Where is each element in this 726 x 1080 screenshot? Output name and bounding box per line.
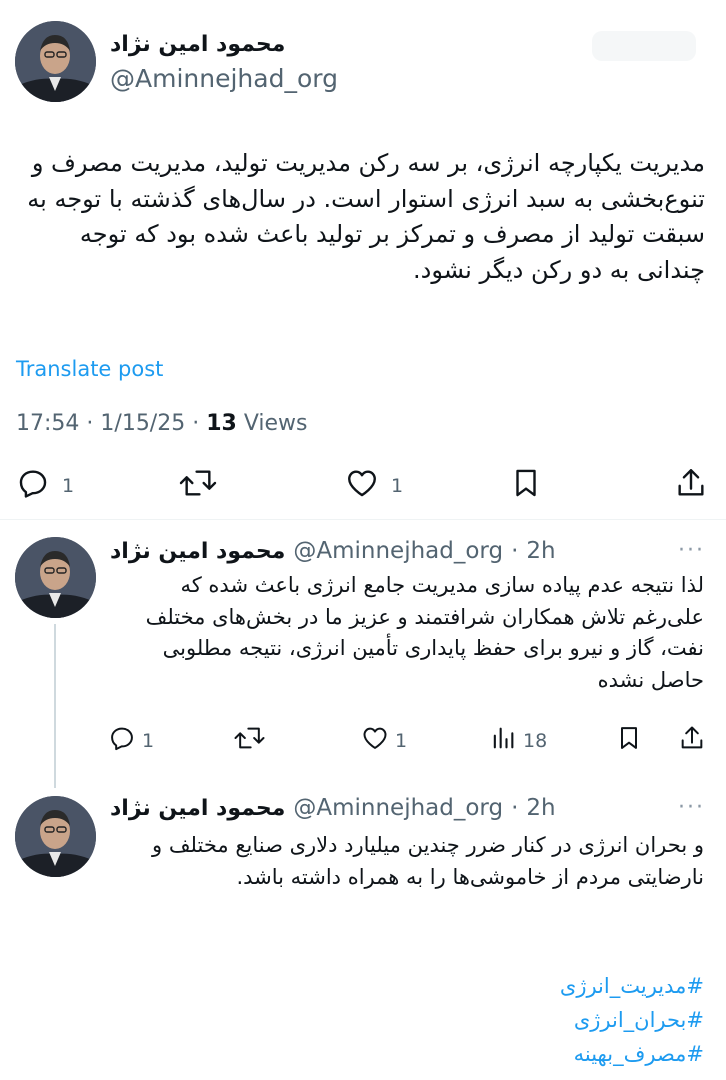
- hashtag-link[interactable]: #مدیریت_انرژی: [400, 969, 704, 1003]
- author-name[interactable]: محمود امین نژاد: [110, 32, 285, 57]
- author-handle[interactable]: @Aminnejhad_org: [110, 64, 338, 93]
- share-icon: [678, 724, 706, 757]
- views-icon: [489, 724, 517, 757]
- reply-avatar[interactable]: [15, 537, 96, 618]
- hashtag-list: #مدیریت_انرژی #بحران_انرژی #مصرف_بهینه: [400, 969, 704, 1071]
- repost-button[interactable]: [178, 466, 218, 505]
- like-icon: [345, 466, 379, 505]
- more-icon[interactable]: ···: [678, 538, 705, 563]
- bookmark-button[interactable]: [615, 724, 643, 757]
- bookmark-button[interactable]: [509, 466, 543, 505]
- share-button[interactable]: [678, 724, 706, 757]
- reply-time[interactable]: 2h: [526, 795, 555, 821]
- like-icon: [361, 724, 389, 757]
- reply-header: محمود امین نژاد @Aminnejhad_org · 2h: [110, 538, 556, 564]
- like-button[interactable]: 1: [345, 466, 403, 505]
- views-label: Views: [243, 411, 308, 436]
- reply-separator: ·: [511, 538, 519, 564]
- reply-button[interactable]: 1: [108, 724, 154, 757]
- repost-button[interactable]: [233, 724, 266, 757]
- post-date[interactable]: 1/15/25: [100, 411, 185, 436]
- views-count: 13: [206, 411, 237, 436]
- bookmark-icon: [509, 466, 543, 505]
- post-text: مدیریت یکپارچه انرژی، بر سه رکن مدیریت ت…: [27, 149, 705, 284]
- like-count: 1: [395, 729, 408, 752]
- views-button[interactable]: 18: [489, 724, 547, 757]
- post-divider: [0, 519, 726, 520]
- more-icon[interactable]: ···: [678, 795, 705, 820]
- reply-author-name[interactable]: محمود امین نژاد: [110, 539, 285, 564]
- reply-avatar[interactable]: [15, 796, 96, 877]
- share-button[interactable]: [674, 466, 708, 505]
- post-time[interactable]: 17:54: [16, 411, 79, 436]
- repost-icon: [178, 466, 218, 505]
- views-count: 18: [523, 729, 548, 752]
- hashtag-link[interactable]: #مصرف_بهینه: [400, 1037, 704, 1071]
- follow-button[interactable]: [592, 31, 696, 61]
- reply-text: و بحران انرژی در کنار ضرر چندین میلیارد …: [152, 833, 704, 889]
- reply-header: محمود امین نژاد @Aminnejhad_org · 2h: [110, 795, 556, 821]
- translate-post-link[interactable]: Translate post: [16, 357, 163, 381]
- reply-author-handle[interactable]: @Aminnejhad_org: [293, 538, 503, 564]
- share-icon: [674, 466, 708, 505]
- reply-text: لذا نتیجه عدم پیاده سازی مدیریت جامع انر…: [145, 573, 704, 692]
- reply-author-name[interactable]: محمود امین نژاد: [110, 796, 285, 821]
- hashtag-link[interactable]: #بحران_انرژی: [400, 1003, 704, 1037]
- thread-line: [54, 624, 56, 788]
- reply-icon: [16, 466, 50, 505]
- like-button[interactable]: 1: [361, 724, 407, 757]
- reply-time[interactable]: 2h: [526, 538, 555, 564]
- meta-separator: ·: [192, 411, 207, 436]
- reply-button[interactable]: 1: [16, 466, 74, 505]
- reply-count: 1: [142, 729, 155, 752]
- repost-icon: [233, 724, 266, 757]
- reply-author-handle[interactable]: @Aminnejhad_org: [293, 795, 503, 821]
- reply-count: 1: [62, 474, 75, 497]
- bookmark-icon: [615, 724, 643, 757]
- like-count: 1: [391, 474, 404, 497]
- author-avatar[interactable]: [15, 21, 96, 102]
- reply-icon: [108, 724, 136, 757]
- post-meta: 17:54 · 1/15/25 · 13 Views: [16, 411, 308, 436]
- meta-separator: ·: [86, 411, 101, 436]
- reply-separator: ·: [511, 795, 519, 821]
